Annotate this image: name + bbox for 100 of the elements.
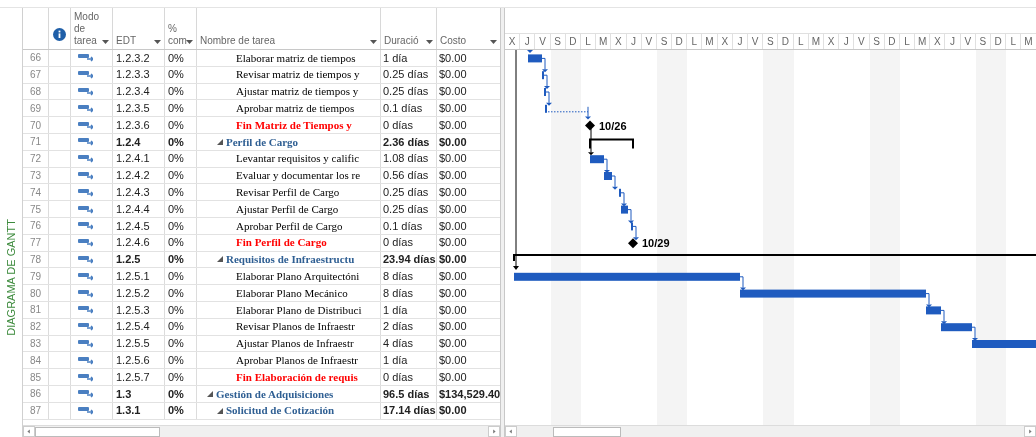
cost: $0.00 (439, 117, 467, 133)
task-name: Fin Perfil de Cargo (236, 235, 327, 251)
percent-complete: 0% (168, 369, 184, 385)
wbs-code: 1.2.5.6 (116, 353, 150, 368)
column-header[interactable]: Nombre de tarea (200, 35, 276, 47)
wbs-code: 1.2.4 (116, 134, 141, 150)
day-label: V (964, 35, 972, 49)
cost: $134,529.40 (439, 386, 500, 402)
percent-complete: 0% (168, 353, 184, 368)
percent-complete: 0% (168, 50, 184, 66)
collapse-icon[interactable] (217, 138, 223, 145)
task-name: Ajustar Perfil de Cargo (236, 201, 339, 217)
cost: $0.00 (439, 252, 467, 268)
task-name: Aprobar matriz de tiempos (236, 101, 355, 117)
task-name: Levantar requisitos y calific (236, 151, 360, 167)
day-label: J (524, 35, 530, 49)
percent-complete: 0% (168, 235, 184, 251)
duration: 0.25 días (383, 185, 429, 201)
dropdown-icon[interactable] (370, 40, 377, 44)
auto-schedule-icon (78, 305, 93, 315)
row-number: 81 (29, 303, 42, 318)
cost: $0.00 (439, 84, 467, 100)
row-number: 68 (29, 85, 42, 99)
auto-schedule-icon (78, 406, 93, 416)
horizontal-scrollbar[interactable] (505, 425, 1036, 437)
auto-schedule-icon (78, 170, 93, 180)
day-label: M (1024, 35, 1033, 49)
cost: $0.00 (439, 302, 467, 318)
task-bar[interactable] (621, 205, 628, 214)
task-bar[interactable] (528, 54, 542, 63)
cost: $0.00 (439, 201, 467, 217)
percent-complete: 0% (168, 67, 184, 83)
row-number: 82 (29, 320, 42, 335)
day-label: S (554, 35, 561, 49)
row-number: 73 (29, 168, 42, 183)
row-number: 79 (29, 269, 42, 284)
cost: $0.00 (439, 67, 467, 83)
scroll-right-icon[interactable] (488, 426, 500, 437)
auto-schedule-icon (78, 238, 93, 248)
cost: $0.00 (439, 101, 467, 117)
auto-schedule-icon (78, 288, 93, 298)
task-name: Aprobar Planos de Infraestr (236, 353, 358, 368)
day-label: M (918, 35, 927, 49)
scroll-left-icon[interactable] (505, 426, 517, 437)
task-bar[interactable] (941, 323, 972, 332)
day-label: L (691, 35, 698, 49)
day-label: M (599, 35, 608, 49)
wbs-code: 1.2.3.2 (116, 50, 150, 66)
dropdown-icon[interactable] (490, 40, 497, 44)
task-bar[interactable] (590, 155, 604, 164)
row-number: 75 (29, 202, 42, 217)
day-label: D (781, 35, 790, 49)
row-number: 83 (29, 336, 42, 351)
collapse-icon[interactable] (217, 256, 223, 263)
link-arrow (603, 158, 610, 173)
column-header[interactable]: Duració (384, 35, 419, 47)
row-number: 77 (29, 236, 42, 251)
cost: $0.00 (439, 403, 467, 419)
task-name: Elaborar Plano Arquitectóni (236, 269, 360, 284)
task-name: Aprobar Perfil de Cargo (236, 218, 343, 234)
task-bar[interactable] (514, 272, 740, 281)
scroll-left-icon[interactable] (23, 426, 35, 437)
wbs-code: 1.2.3.3 (116, 67, 150, 83)
dropdown-icon[interactable] (426, 40, 433, 44)
auto-schedule-icon (78, 389, 93, 399)
day-label: V (645, 35, 653, 49)
task-bar[interactable] (926, 306, 941, 315)
link-arrow (739, 276, 746, 291)
link-arrow (527, 50, 533, 53)
scroll-right-icon[interactable] (1024, 426, 1036, 437)
day-label: X (827, 35, 835, 49)
wbs-code: 1.2.5.1 (116, 269, 150, 284)
row-number: 78 (29, 252, 42, 267)
column-header[interactable]: EDT (116, 35, 136, 47)
auto-schedule-icon (78, 271, 93, 281)
task-name: Revisar Planos de Infraestr (236, 319, 355, 335)
auto-schedule-icon (78, 70, 93, 80)
task-name: Revisar matriz de tiempos y (236, 67, 360, 83)
collapse-icon[interactable] (217, 407, 223, 414)
link-arrow (620, 192, 627, 207)
wbs-code: 1.2.3.6 (116, 117, 150, 133)
day-label: X (934, 35, 941, 49)
dropdown-icon[interactable] (186, 40, 193, 44)
dropdown-icon[interactable] (102, 40, 109, 44)
column-header[interactable]: Costo (440, 35, 467, 47)
dropdown-icon[interactable] (154, 40, 161, 44)
column-header[interactable]: Modo de tarea (74, 11, 102, 47)
horizontal-scrollbar[interactable] (23, 425, 500, 437)
task-name: Fin Elaboración de requis (236, 369, 358, 385)
view-label: DIAGRAMA DE GANTT (3, 219, 18, 336)
scroll-thumb[interactable] (35, 426, 160, 437)
cost: $0.00 (439, 151, 467, 167)
task-bar[interactable] (740, 289, 926, 298)
task-name: Fin Matriz de Tiempos y (236, 117, 352, 133)
percent-complete: 0% (168, 269, 184, 284)
column-header[interactable]: % com (168, 23, 186, 47)
collapse-icon[interactable] (207, 390, 213, 397)
wbs-code: 1.2.5.4 (116, 319, 150, 335)
scroll-thumb[interactable] (553, 426, 621, 437)
percent-complete: 0% (168, 185, 184, 201)
